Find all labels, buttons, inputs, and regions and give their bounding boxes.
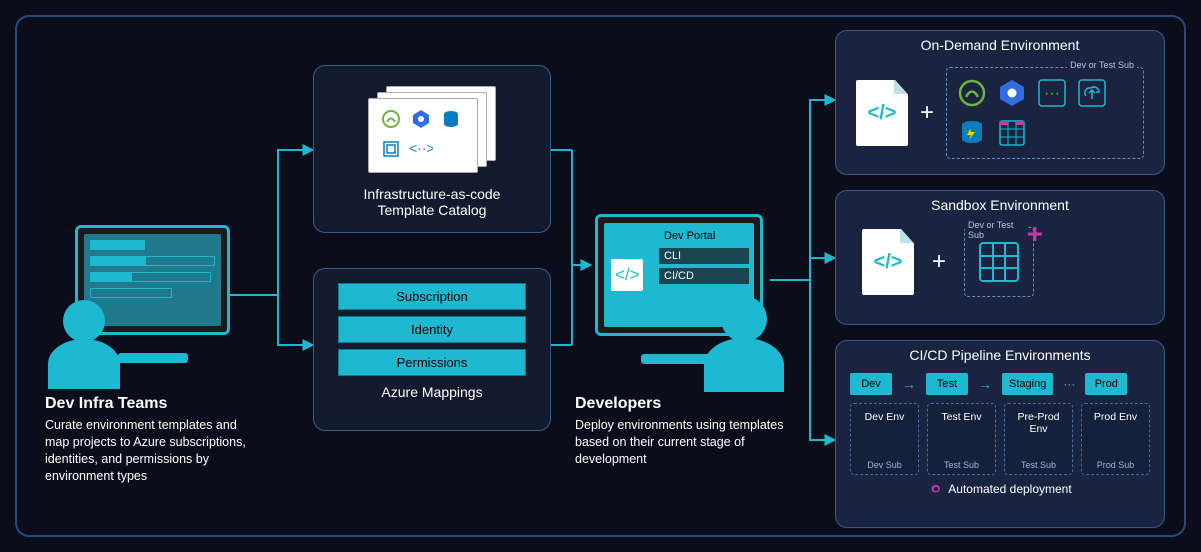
iac-catalog-box: <··> Infrastructure-as-code Template Cat… xyxy=(313,65,551,233)
user-head-icon xyxy=(63,300,105,342)
mapping-subscription: Subscription xyxy=(338,283,526,310)
stage-test: Test xyxy=(926,373,968,395)
stage-dev: Dev xyxy=(850,373,892,395)
kubernetes-icon xyxy=(995,76,1029,110)
cicd-title: CI/CD Pipeline Environments xyxy=(836,347,1164,363)
cicd-pipeline-box: CI/CD Pipeline Environments Dev → Test →… xyxy=(835,340,1165,528)
kubernetes-icon xyxy=(409,107,433,131)
code-brackets-icon: <··> xyxy=(409,137,433,161)
grid-app-icon xyxy=(995,116,1029,150)
database-icon xyxy=(439,107,463,131)
monitor-screen xyxy=(84,234,221,326)
sandbox-title: Sandbox Environment xyxy=(836,197,1164,213)
env-card-dev: Dev Env Dev Sub xyxy=(850,403,919,475)
env-card-preprod: Pre-Prod Env Test Sub xyxy=(1004,403,1073,475)
tool-dev-portal: Dev Portal xyxy=(658,227,750,245)
gear-icon xyxy=(928,481,944,497)
stage-staging: Staging xyxy=(1002,373,1053,395)
arrow-icon: → xyxy=(978,376,992,392)
code-doc-icon: </> xyxy=(862,229,914,295)
on-demand-sub-label: Dev or Test Sub xyxy=(1067,60,1137,70)
code-doc-icon: </> xyxy=(856,80,908,146)
plus-icon: + xyxy=(920,99,934,127)
dev-infra-heading: Dev Infra Teams xyxy=(45,395,260,413)
more-icon: ··· xyxy=(1035,76,1069,110)
spring-icon xyxy=(379,107,403,131)
sandbox-services-group: Dev or Test Sub + xyxy=(964,227,1034,297)
template-stack-icon: <··> xyxy=(368,86,496,176)
database-icon xyxy=(955,116,989,150)
user-body-icon xyxy=(48,339,120,389)
cloud-upload-icon xyxy=(1075,76,1109,110)
svg-text:<··>: <··> xyxy=(409,140,433,156)
dev-infra-text: Dev Infra Teams Curate environment templ… xyxy=(45,395,260,485)
stage-prod: Prod xyxy=(1085,373,1127,395)
tool-cicd: CI/CD xyxy=(658,267,750,285)
user-head-icon xyxy=(721,296,767,342)
arrow-icon: → xyxy=(902,376,916,392)
svg-text:</>: </> xyxy=(615,265,640,284)
user-body-icon xyxy=(704,338,784,392)
on-demand-title: On-Demand Environment xyxy=(836,37,1164,53)
spring-icon xyxy=(955,76,989,110)
add-icon: + xyxy=(1027,218,1043,250)
mapping-identity: Identity xyxy=(338,316,526,343)
tool-cli: CLI xyxy=(658,247,750,265)
env-card-test: Test Env Test Sub xyxy=(927,403,996,475)
ellipsis-icon: ··· xyxy=(1063,377,1075,391)
azure-mappings-box: Subscription Identity Permissions Azure … xyxy=(313,268,551,431)
on-demand-env-box: On-Demand Environment </> + Dev or Test … xyxy=(835,30,1165,175)
automated-deployment-label: Automated deployment xyxy=(836,481,1164,497)
grid-app-icon xyxy=(975,238,1023,286)
dev-infra-desc: Curate environment templates and map pro… xyxy=(45,417,260,485)
developers-heading: Developers xyxy=(575,395,795,413)
sandbox-sub-label: Dev or Test Sub xyxy=(965,220,1027,240)
azure-mappings-title: Azure Mappings xyxy=(314,384,550,400)
mapping-permissions: Permissions xyxy=(338,349,526,376)
developers-text: Developers Deploy environments using tem… xyxy=(575,395,795,468)
code-brackets-icon: </> xyxy=(610,258,644,297)
template-square-icon xyxy=(379,137,403,161)
on-demand-services-group: Dev or Test Sub ··· xyxy=(946,67,1144,159)
env-card-prod: Prod Env Prod Sub xyxy=(1081,403,1150,475)
developers-desc: Deploy environments using templates base… xyxy=(575,417,795,468)
svg-text:···: ··· xyxy=(1044,85,1060,102)
sandbox-env-box: Sandbox Environment </> + Dev or Test Su… xyxy=(835,190,1165,325)
iac-title: Infrastructure-as-code Template Catalog xyxy=(314,186,550,218)
plus-icon: + xyxy=(932,248,946,276)
